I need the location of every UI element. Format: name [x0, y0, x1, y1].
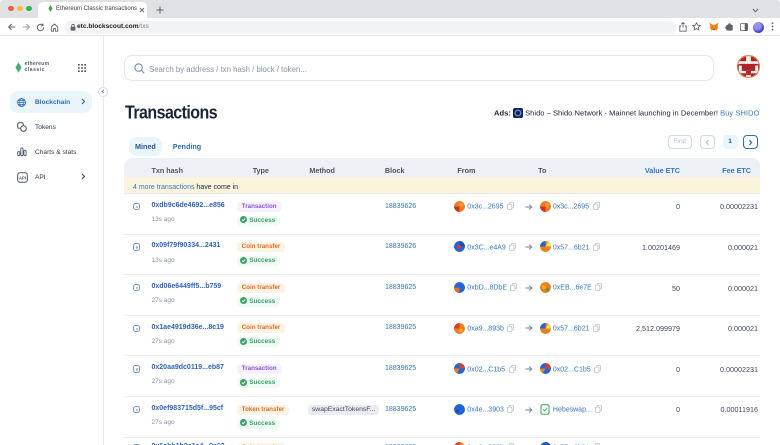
svg-text:API: API	[19, 175, 26, 180]
